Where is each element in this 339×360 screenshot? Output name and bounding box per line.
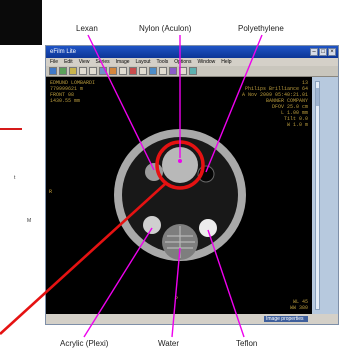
leader-lexan: [87, 34, 155, 171]
leader-teflon: [207, 229, 245, 338]
insert-teflon: [199, 219, 217, 237]
leader-acrylic: [83, 227, 153, 338]
leader-polyethylene: [205, 34, 263, 173]
leader-water: [171, 247, 181, 338]
insert-acrylic: [143, 216, 161, 234]
red-pointer-line: [0, 183, 166, 335]
nylon-arrow-tip: [178, 159, 182, 163]
phantom-annotation-layer: [0, 34, 263, 338]
